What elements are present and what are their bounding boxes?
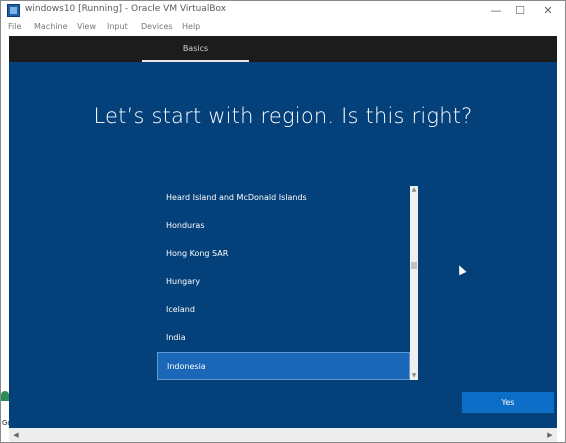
virtualbox-window: windows10 [Running] - Oracle VM VirtualB… bbox=[0, 0, 566, 443]
horizontal-scrollbar[interactable]: ◀ ▶ bbox=[9, 428, 557, 442]
yes-button[interactable]: Yes bbox=[462, 392, 554, 413]
setup-header: Basics bbox=[9, 36, 557, 62]
right-edge bbox=[557, 36, 565, 442]
title-bar: windows10 [Running] - Oracle VM VirtualB… bbox=[1, 1, 565, 20]
menu-help[interactable]: Help bbox=[182, 22, 200, 31]
scroll-up-icon[interactable]: ▲ bbox=[410, 186, 418, 194]
scroll-down-icon[interactable]: ▼ bbox=[410, 372, 418, 380]
region-item[interactable]: Honduras bbox=[157, 212, 410, 240]
menu-view[interactable]: View bbox=[77, 22, 96, 31]
menu-file[interactable]: File bbox=[8, 22, 21, 31]
menu-bar: File Machine View Input Devices Help bbox=[1, 20, 565, 36]
region-item[interactable]: Hong Kong SAR bbox=[157, 240, 410, 268]
left-edge bbox=[1, 36, 9, 442]
menu-input[interactable]: Input bbox=[107, 22, 128, 31]
tab-basics-underline bbox=[142, 60, 249, 62]
page-title: Let’s start with region. Is this right? bbox=[93, 104, 473, 128]
region-item[interactable]: Hungary bbox=[157, 268, 410, 296]
menu-machine[interactable]: Machine bbox=[34, 22, 68, 31]
scroll-right-icon[interactable]: ▶ bbox=[543, 428, 557, 442]
close-button[interactable]: ✕ bbox=[531, 1, 565, 20]
region-item[interactable]: Heard Island and McDonald Islands bbox=[157, 184, 410, 212]
mouse-cursor-icon bbox=[455, 263, 467, 276]
region-item[interactable]: Iceland bbox=[157, 296, 410, 324]
tab-basics: Basics bbox=[182, 44, 209, 53]
region-item-selected[interactable]: Indonesia bbox=[157, 352, 410, 380]
desktop-shortcut-icon bbox=[1, 391, 9, 401]
scroll-left-icon[interactable]: ◀ bbox=[9, 428, 23, 442]
menu-devices[interactable]: Devices bbox=[141, 22, 173, 31]
region-list[interactable]: Heard Island and McDonald Islands Hondur… bbox=[157, 184, 419, 380]
window-title: windows10 [Running] - Oracle VM VirtualB… bbox=[25, 4, 227, 14]
virtualbox-app-icon bbox=[7, 4, 20, 17]
scroll-thumb[interactable] bbox=[411, 262, 417, 269]
guest-screen: Basics Let’s start with region. Is this … bbox=[9, 36, 557, 428]
region-list-scrollbar[interactable]: ▲ ▼ bbox=[410, 186, 418, 380]
region-item[interactable]: India bbox=[157, 324, 410, 352]
